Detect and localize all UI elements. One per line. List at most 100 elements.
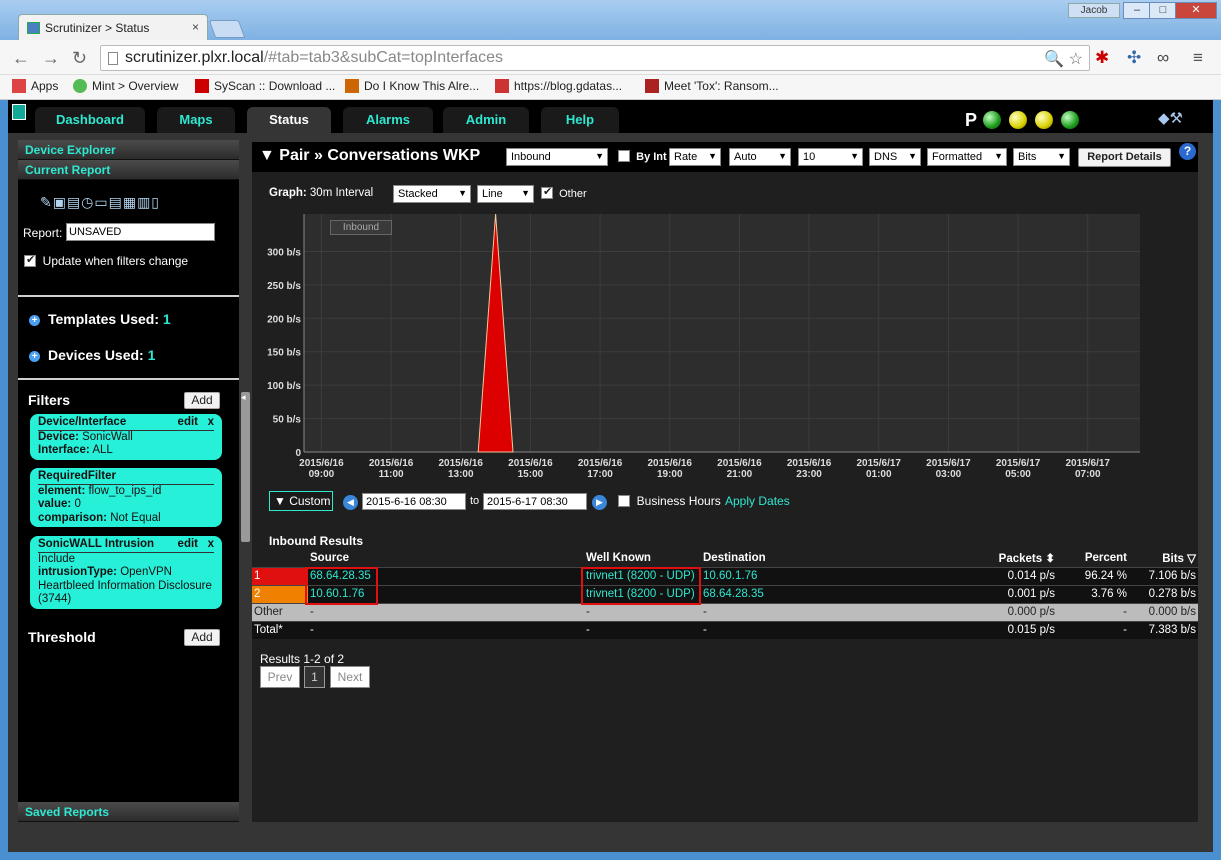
update-checkbox[interactable] bbox=[24, 253, 36, 267]
extension-icon[interactable]: ✱ bbox=[1095, 48, 1109, 68]
filter-title: RequiredFilter bbox=[38, 470, 116, 482]
col-source[interactable]: Source bbox=[308, 549, 584, 567]
table-row[interactable]: 1 68.64.28.35 trivnet1 (8200 - UDP) 10.6… bbox=[252, 566, 1198, 585]
maximize-button[interactable]: □ bbox=[1149, 2, 1177, 19]
filter-required[interactable]: RequiredFilter element: flow_to_ips_id v… bbox=[30, 468, 222, 527]
tools-icon[interactable]: ◆⚒ bbox=[1158, 109, 1183, 127]
zoom-star-icons[interactable]: 🔍 ☆ bbox=[1044, 49, 1083, 69]
col-percent[interactable]: Percent bbox=[1057, 549, 1129, 567]
browser-titlebar: Scrutinizer > Status × Jacob – □ ✕ bbox=[0, 0, 1221, 41]
forward-icon[interactable]: → bbox=[42, 48, 60, 69]
browser-tab[interactable]: Scrutinizer > Status × bbox=[18, 14, 208, 41]
filter-device-interface[interactable]: Device/Interface edit x Device: SonicWall… bbox=[30, 414, 222, 460]
x-tick-label: 23:00 bbox=[796, 469, 822, 480]
add-filter-button[interactable]: Add bbox=[184, 392, 220, 409]
filter-sonicwall-intrusion[interactable]: SonicWALL Intrusion edit x Include intrus… bbox=[30, 536, 222, 609]
table-row[interactable]: 2 10.60.1.76 trivnet1 (8200 - UDP) 68.64… bbox=[252, 584, 1198, 603]
add-threshold-button[interactable]: Add bbox=[184, 629, 220, 646]
reload-icon[interactable]: ↻ bbox=[72, 48, 87, 69]
back-icon[interactable]: ← bbox=[12, 48, 30, 69]
y-tick-label: 200 b/s bbox=[267, 314, 301, 325]
paging-info: Results 1-2 of 2 bbox=[260, 652, 345, 666]
sort-desc-icon: ▽ bbox=[1187, 552, 1196, 565]
destination-cell[interactable]: 68.64.28.35 bbox=[701, 584, 987, 603]
new-tab-button[interactable] bbox=[208, 20, 246, 38]
bookmark-gdata[interactable]: https://blog.gdatas... bbox=[495, 79, 622, 93]
table-header-row: Source Well Known Destination Packets ⬍ … bbox=[252, 549, 1198, 567]
custom-range-button[interactable]: ▼ Custom bbox=[269, 491, 333, 511]
remove-filter-link[interactable]: x bbox=[208, 416, 214, 428]
bookmark-mint[interactable]: Mint > Overview bbox=[73, 79, 178, 93]
current-report-header[interactable]: Current Report bbox=[18, 160, 239, 180]
remove-filter-link[interactable]: x bbox=[208, 538, 214, 550]
bookmarks-bar: Apps Mint > Overview SyScan :: Download … bbox=[0, 75, 1221, 100]
status-orb-green-icon[interactable] bbox=[983, 111, 1001, 129]
tab-help[interactable]: Help bbox=[541, 107, 619, 133]
saved-reports-header[interactable]: Saved Reports bbox=[18, 802, 239, 822]
edit-filter-link[interactable]: edit bbox=[178, 416, 198, 428]
expand-plus-icon[interactable]: + bbox=[29, 351, 40, 362]
x-tick-label: 01:00 bbox=[866, 469, 892, 480]
col-packets[interactable]: Packets ⬍ bbox=[987, 549, 1057, 567]
status-orb-yellow-icon[interactable] bbox=[1009, 111, 1027, 129]
x-tick-label: 21:00 bbox=[727, 469, 753, 480]
expand-plus-icon[interactable]: + bbox=[29, 315, 40, 326]
destination-cell[interactable]: 10.60.1.76 bbox=[701, 566, 987, 585]
profile-badge[interactable]: Jacob bbox=[1068, 3, 1120, 18]
network-icon[interactable]: ✣ bbox=[1127, 48, 1141, 68]
start-date-input[interactable] bbox=[362, 493, 466, 510]
url-path: /#tab=tab3&subCat=topInterfaces bbox=[263, 49, 503, 66]
status-orb-yellow-icon[interactable] bbox=[1035, 111, 1053, 129]
bookmark-tox[interactable]: Meet 'Tox': Ransom... bbox=[645, 79, 779, 93]
tab-dashboard[interactable]: Dashboard bbox=[35, 107, 145, 133]
sort-both-icon: ⬍ bbox=[1045, 552, 1055, 565]
bookmark-doiknow[interactable]: Do I Know This Alre... bbox=[345, 79, 479, 93]
next-period-icon[interactable]: ▶ bbox=[592, 495, 607, 510]
edit-filter-link[interactable]: edit bbox=[178, 538, 198, 550]
status-orb-green-icon[interactable] bbox=[1061, 111, 1079, 129]
tab-maps[interactable]: Maps bbox=[157, 107, 235, 133]
menu-icon[interactable]: ≡ bbox=[1193, 48, 1203, 68]
x-tick-label: 2015/6/16 bbox=[299, 458, 344, 469]
address-bar[interactable]: scrutinizer.plxr.local/#tab=tab3&subCat=… bbox=[100, 45, 1090, 71]
gdata-icon bbox=[495, 79, 509, 93]
devices-used[interactable]: + Devices Used: 1 bbox=[29, 347, 155, 363]
app-logo-icon[interactable] bbox=[12, 104, 26, 120]
x-tick-label: 03:00 bbox=[936, 469, 962, 480]
status-letter: P bbox=[965, 110, 978, 130]
tab-alarms[interactable]: Alarms bbox=[343, 107, 433, 133]
tab-admin[interactable]: Admin bbox=[443, 107, 529, 133]
minimize-button[interactable]: – bbox=[1123, 2, 1151, 19]
binoculars-icon[interactable]: ∞ bbox=[1157, 48, 1169, 68]
tab-status[interactable]: Status bbox=[247, 107, 331, 133]
apply-dates-link[interactable]: Apply Dates bbox=[725, 494, 790, 508]
prev-period-icon[interactable]: ◀ bbox=[343, 495, 358, 510]
report-toolbar-icons[interactable]: ✎▣▤◷▭▤▦▥▯ bbox=[40, 194, 160, 211]
x-tick-label: 2015/6/17 bbox=[996, 458, 1041, 469]
bookmark-apps[interactable]: Apps bbox=[12, 79, 58, 93]
x-tick-label: 09:00 bbox=[309, 469, 335, 480]
business-hours-checkbox[interactable] bbox=[618, 495, 630, 507]
prev-page-button[interactable]: Prev bbox=[260, 666, 300, 688]
device-explorer-header[interactable]: Device Explorer bbox=[18, 140, 239, 160]
chart-legend-inbound[interactable]: Inbound bbox=[330, 220, 392, 235]
y-tick-label: 150 b/s bbox=[267, 348, 301, 359]
tab-close-icon[interactable]: × bbox=[192, 20, 199, 34]
x-tick-label: 07:00 bbox=[1075, 469, 1101, 480]
bookmark-syscan[interactable]: SyScan :: Download ... bbox=[195, 79, 335, 93]
close-window-button[interactable]: ✕ bbox=[1175, 2, 1217, 19]
templates-used[interactable]: + Templates Used: 1 bbox=[29, 311, 171, 327]
report-name-input[interactable] bbox=[66, 223, 215, 241]
col-well-known[interactable]: Well Known bbox=[584, 549, 701, 567]
y-tick-label: 250 b/s bbox=[267, 281, 301, 292]
page-1-button[interactable]: 1 bbox=[304, 666, 325, 688]
col-bits[interactable]: Bits ▽ bbox=[1129, 549, 1198, 567]
update-when-filters-change[interactable]: Update when filters change bbox=[24, 253, 188, 268]
tab-title: Scrutinizer > Status bbox=[45, 21, 150, 35]
scrutinizer-app: Dashboard Maps Status Alarms Admin Help … bbox=[8, 100, 1213, 852]
next-page-button[interactable]: Next bbox=[330, 666, 370, 688]
business-hours-toggle[interactable]: Business Hours bbox=[618, 494, 721, 508]
col-destination[interactable]: Destination bbox=[701, 549, 987, 567]
sidebar-collapse-handle[interactable] bbox=[241, 392, 250, 542]
end-date-input[interactable] bbox=[483, 493, 587, 510]
